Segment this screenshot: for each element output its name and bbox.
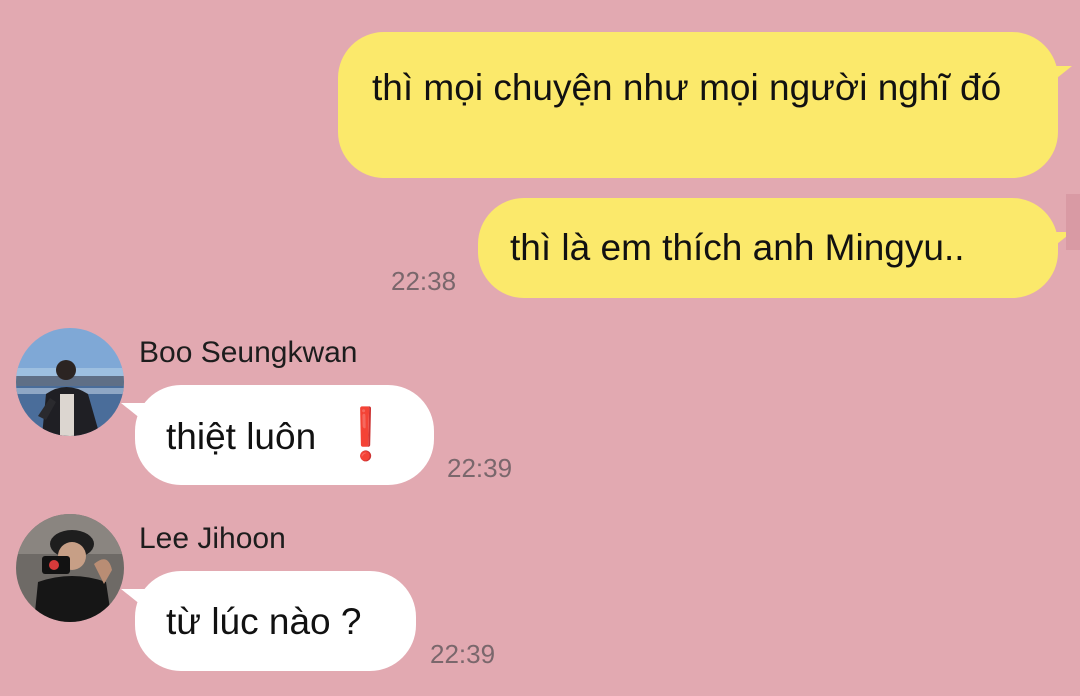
- message-timestamp: 22:39: [430, 639, 496, 669]
- message-text: từ lúc nào ?: [166, 601, 362, 642]
- sender-name: Boo Seungkwan: [139, 336, 358, 369]
- message-timestamp: 22:38: [391, 266, 457, 296]
- outgoing-message-bubble[interactable]: thì là em thích anh Mingyu..: [478, 198, 1072, 298]
- profile-photo-icon: [16, 514, 124, 622]
- message-text: thiệt luôn: [166, 416, 317, 457]
- profile-photo-icon: [16, 328, 124, 436]
- incoming-message-bubble[interactable]: từ lúc nào ?: [121, 571, 416, 671]
- bubble-tail: [1042, 66, 1072, 90]
- chat-thread: thì mọi chuyện như mọi người nghĩ đó thì…: [0, 0, 1080, 696]
- sender-name: Lee Jihoon: [139, 522, 286, 555]
- avatar-lee-jihoon[interactable]: [16, 514, 124, 622]
- avatar-boo-seungkwan[interactable]: [16, 328, 124, 436]
- message-text: thì là em thích anh Mingyu..: [510, 227, 965, 268]
- message-text: thì mọi chuyện như mọi người nghĩ đó: [372, 67, 1002, 108]
- message-timestamp: 22:39: [447, 453, 513, 483]
- outgoing-message-bubble[interactable]: thì mọi chuyện như mọi người nghĩ đó: [338, 32, 1072, 178]
- bubble-tail: [121, 403, 151, 427]
- incoming-message-bubble[interactable]: thiệt luôn ❗: [121, 385, 434, 485]
- bubble-tail: [121, 589, 151, 613]
- scroll-indicator[interactable]: [1066, 194, 1080, 250]
- red-exclamation-icon: ❗: [334, 406, 397, 462]
